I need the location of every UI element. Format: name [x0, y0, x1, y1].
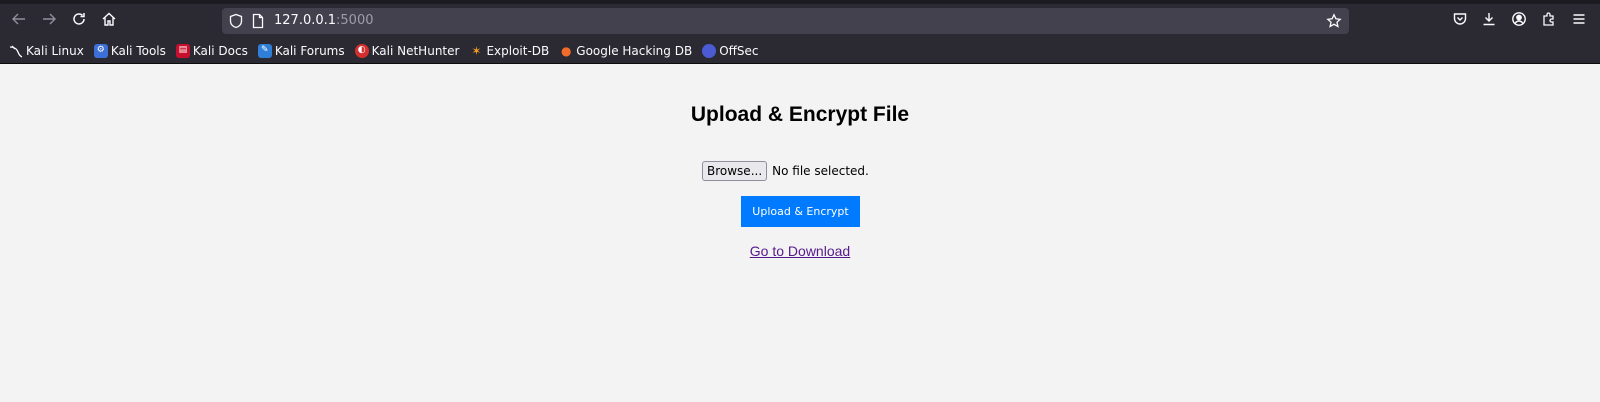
pocket-button[interactable]: [1446, 7, 1474, 35]
bookmark-label: Kali Docs: [192, 43, 248, 58]
bookmark-label: Kali NetHunter: [371, 43, 460, 58]
bookmark-exploit-db[interactable]: ✶ Exploit-DB: [469, 44, 549, 58]
go-to-download-link[interactable]: Go to Download: [750, 243, 850, 259]
puzzle-icon: [1541, 11, 1557, 32]
home-icon: [101, 11, 117, 32]
url-port: :5000: [336, 13, 374, 28]
browse-button[interactable]: Browse...: [702, 161, 768, 181]
bookmark-label: OffSec: [719, 43, 759, 58]
navigation-toolbar: 127.0.0.1:5000: [0, 4, 1600, 38]
kali-tools-icon: ⚙: [93, 43, 108, 58]
kali-dragon-icon: [9, 44, 23, 58]
file-input[interactable]: Browse... No file selected.: [702, 161, 869, 181]
file-status: No file selected.: [772, 164, 869, 178]
menu-button[interactable]: [1565, 7, 1593, 35]
shield-icon[interactable]: [228, 13, 244, 29]
bookmark-google-hacking-db[interactable]: ● Google Hacking DB: [559, 44, 692, 58]
downloads-button[interactable]: [1475, 7, 1503, 35]
extensions-button[interactable]: [1535, 7, 1563, 35]
bookmark-kali-tools[interactable]: ⚙ Kali Tools: [93, 43, 166, 58]
exploit-db-icon: ✶: [471, 43, 482, 58]
upload-encrypt-button[interactable]: Upload & Encrypt: [741, 196, 860, 227]
arrow-right-icon: [41, 11, 57, 32]
account-icon: [1511, 11, 1527, 32]
bookmarks-toolbar: Kali Linux ⚙ Kali Tools ▤ Kali Docs ✎ Ka…: [0, 38, 1600, 64]
url-text[interactable]: 127.0.0.1:5000: [274, 13, 374, 29]
star-icon[interactable]: [1326, 13, 1342, 29]
download-icon: [1481, 11, 1497, 32]
bookmark-kali-forums[interactable]: ✎ Kali Forums: [257, 43, 345, 58]
browser-chrome: 127.0.0.1:5000 Kali Linux ⚙ Kali Tools ▤…: [0, 0, 1600, 64]
bookmark-label: Kali Linux: [26, 43, 84, 58]
back-button[interactable]: [5, 7, 33, 35]
reload-button[interactable]: [65, 7, 93, 35]
bookmark-label: Google Hacking DB: [576, 43, 693, 58]
offsec-icon: [702, 43, 717, 58]
pocket-icon: [1452, 11, 1468, 32]
bookmark-kali-docs[interactable]: ▤ Kali Docs: [175, 43, 248, 58]
reload-icon: [71, 11, 87, 32]
bookmark-kali-nethunter[interactable]: ◐ Kali NetHunter: [354, 43, 460, 58]
page-icon[interactable]: [250, 13, 266, 29]
arrow-left-icon: [11, 11, 27, 32]
hamburger-menu-icon: [1571, 11, 1587, 32]
url-host: 127.0.0.1: [274, 13, 337, 28]
kali-docs-icon: ▤: [175, 43, 190, 58]
download-link-row: Go to Download: [0, 243, 1600, 259]
url-bar[interactable]: 127.0.0.1:5000: [222, 8, 1349, 34]
bookmark-label: Kali Forums: [274, 43, 345, 58]
bookmark-offsec[interactable]: OffSec: [702, 43, 759, 58]
home-button[interactable]: [95, 7, 123, 35]
account-button[interactable]: [1505, 7, 1533, 35]
bookmark-label: Exploit-DB: [486, 43, 550, 58]
bookmark-kali-linux[interactable]: Kali Linux: [9, 44, 84, 58]
ghdb-icon: ●: [561, 43, 572, 58]
bookmark-label: Kali Tools: [110, 43, 166, 58]
kali-forums-icon: ✎: [257, 43, 272, 58]
nethunter-icon: ◐: [354, 43, 369, 58]
page-content: Upload & Encrypt File Browse... No file …: [0, 64, 1600, 402]
page-title: Upload & Encrypt File: [690, 103, 910, 126]
forward-button[interactable]: [35, 7, 63, 35]
